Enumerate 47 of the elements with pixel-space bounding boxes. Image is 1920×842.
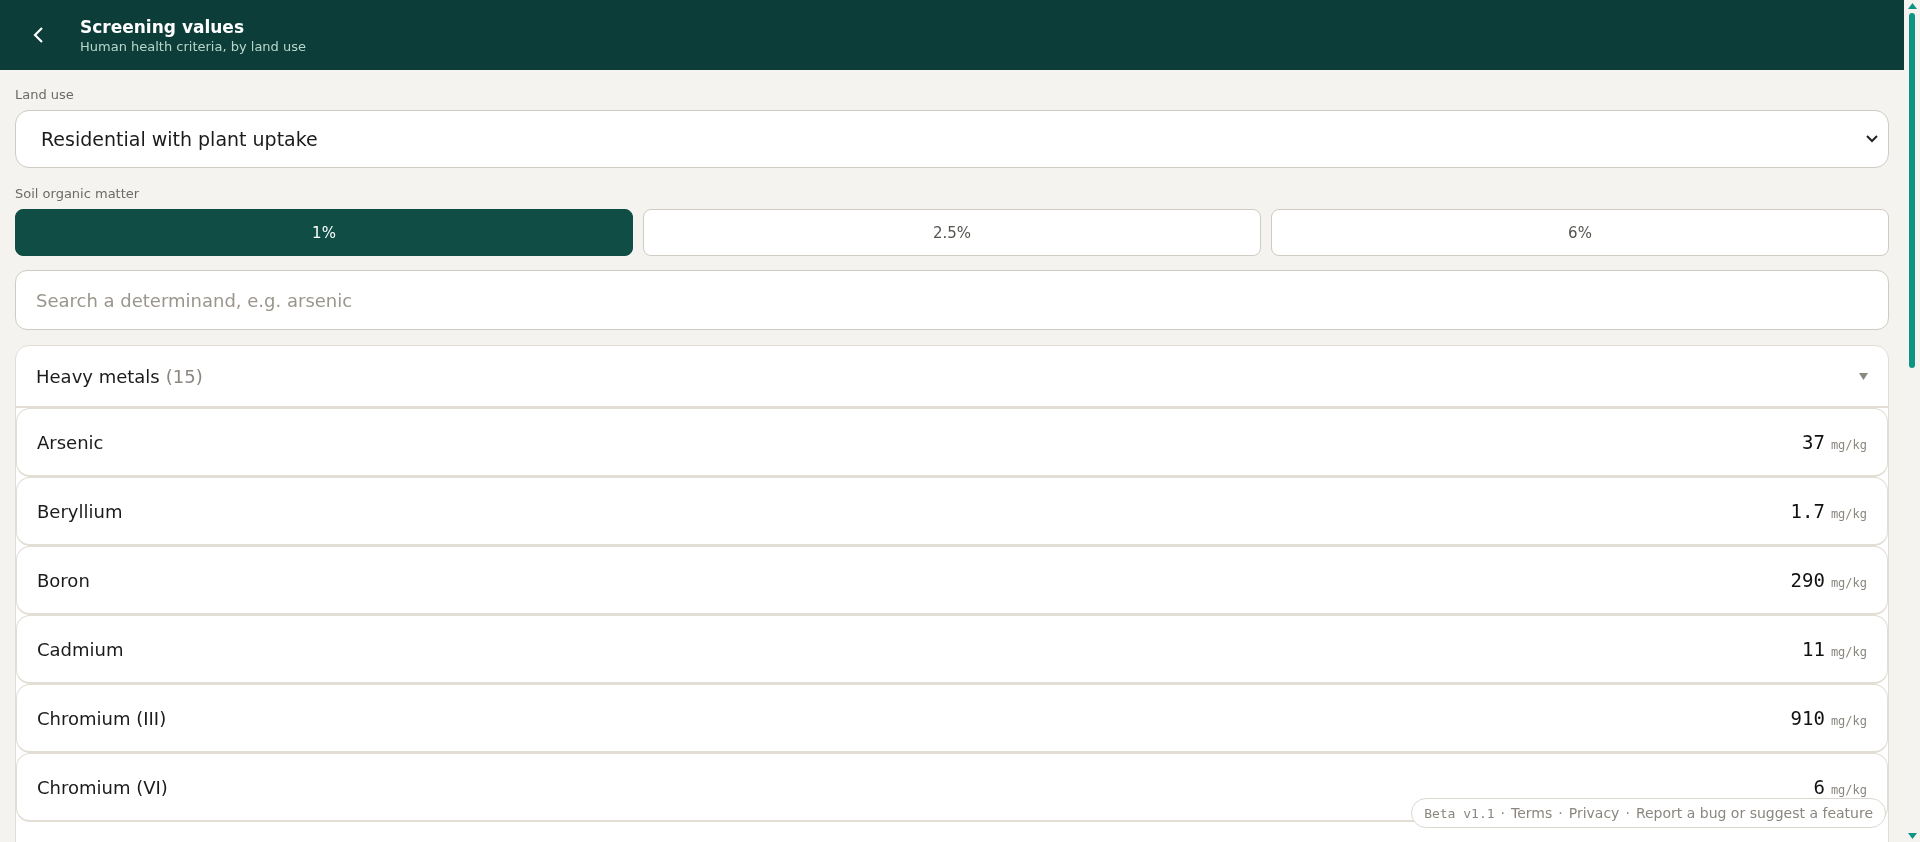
scroll-down-icon[interactable] xyxy=(1907,833,1917,839)
determinand-name: Chromium (VI) xyxy=(37,776,168,798)
version-label: Beta v1.1 xyxy=(1424,805,1495,821)
search-field[interactable]: Search a determinand, e.g. arsenic xyxy=(15,270,1889,330)
separator-dot: · xyxy=(1625,805,1630,821)
scroll-thumb[interactable] xyxy=(1909,13,1915,368)
segment-option[interactable]: 6% xyxy=(1271,209,1889,256)
screening-value: 1.7 xyxy=(1790,500,1825,522)
unit-label: mg/kg xyxy=(1830,438,1867,452)
determinand-name: Beryllium xyxy=(37,500,123,522)
group-count: (15) xyxy=(165,365,203,387)
screening-value: 290 xyxy=(1790,569,1825,591)
determinand-name: Boron xyxy=(37,569,90,591)
field-label: Soil organic matter xyxy=(15,186,141,201)
chevron-down-icon xyxy=(1866,135,1878,143)
page-subtitle: Human health criteria, by land use xyxy=(80,38,306,54)
footer-link[interactable]: Privacy xyxy=(1568,805,1620,821)
field-label: Land use xyxy=(15,87,75,102)
unit-label: mg/kg xyxy=(1830,783,1867,797)
separator-dot: · xyxy=(1500,805,1506,821)
determinand-name: Arsenic xyxy=(37,431,104,453)
screening-value: 11 xyxy=(1802,638,1825,660)
determinand-row[interactable]: Arsenic 37 mg/kg xyxy=(16,408,1888,477)
back-icon xyxy=(32,26,46,44)
determinand-name: Cadmium xyxy=(37,638,124,660)
unit-label: mg/kg xyxy=(1830,645,1867,659)
group-name: Heavy metals xyxy=(36,365,160,387)
screening-value: 910 xyxy=(1790,707,1825,729)
screening-value: 6 xyxy=(1813,776,1825,798)
unit-label: mg/kg xyxy=(1830,714,1867,728)
determinand-row[interactable]: Chromium (III) 910 mg/kg xyxy=(16,684,1888,753)
unit-label: mg/kg xyxy=(1830,576,1867,590)
determinand-row[interactable]: Cadmium 11 mg/kg xyxy=(16,615,1888,684)
screening-value: 37 xyxy=(1802,431,1825,453)
scroll-up-icon[interactable] xyxy=(1907,3,1917,9)
determinand-name: Chromium (III) xyxy=(37,707,167,729)
segment-option[interactable]: 2.5% xyxy=(643,209,1261,256)
triangle-icon xyxy=(1859,372,1868,380)
segment-option[interactable]: 1% xyxy=(15,209,633,256)
page-title: Screening values xyxy=(80,16,245,37)
determinand-row[interactable]: Beryllium 1.7 mg/kg xyxy=(16,477,1888,546)
determinand-row[interactable]: Boron 290 mg/kg xyxy=(16,546,1888,615)
footer-link[interactable]: Terms xyxy=(1511,805,1553,821)
separator-dot: · xyxy=(1558,805,1563,821)
footer-link[interactable]: Report a bug or suggest a feature xyxy=(1635,805,1873,821)
unit-label: mg/kg xyxy=(1830,507,1867,521)
land-use-select[interactable]: Residential with plant uptake xyxy=(15,110,1889,168)
